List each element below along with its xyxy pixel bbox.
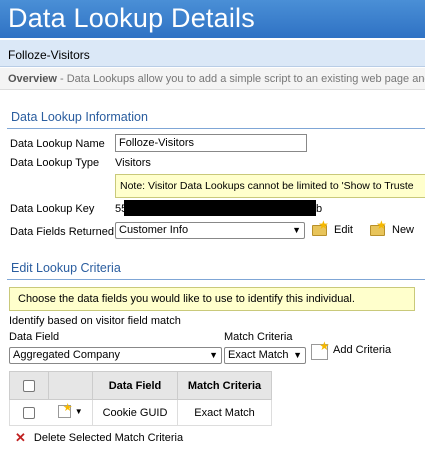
section-heading-criteria: Edit Lookup Criteria	[7, 258, 425, 280]
add-criteria-icon[interactable]: ★	[311, 339, 330, 360]
edit-fields-label: Edit	[334, 223, 353, 236]
lookup-type-value: Visitors	[115, 157, 151, 169]
data-fields-select[interactable]: Customer Info ▼	[115, 222, 305, 239]
section-heading-info: Data Lookup Information	[7, 107, 425, 129]
chevron-down-icon: ▼	[292, 225, 301, 235]
record-name-bar: Folloze-Visitors	[0, 40, 425, 67]
lookup-key-redaction	[124, 200, 316, 216]
select-all-cell	[9, 371, 49, 400]
data-fields-label: Data Fields Returned	[10, 226, 114, 238]
lookup-name-label: Data Lookup Name	[10, 138, 105, 150]
match-criteria-select[interactable]: Exact Match ▼	[224, 347, 306, 364]
delete-x-icon: ✕	[15, 430, 26, 445]
match-criteria-header: Match Criteria	[177, 371, 272, 400]
identify-label: Identify based on visitor field match	[9, 315, 181, 327]
section-heading-criteria-label: Edit Lookup Criteria	[11, 261, 121, 275]
row-checkbox[interactable]	[23, 406, 36, 419]
row-data-field: Cookie GUID	[92, 399, 178, 426]
criteria-table: Data Field Match Criteria ★ ▼ Cookie GUI…	[9, 371, 272, 426]
data-field-select[interactable]: Aggregated Company ▼	[9, 347, 222, 364]
lookup-name-input[interactable]: Folloze-Visitors	[115, 134, 307, 152]
blank-header	[48, 371, 93, 400]
match-criteria-selected: Exact Match	[228, 349, 289, 361]
folder-new-icon: ★	[370, 218, 387, 237]
edit-fields-button[interactable]: ★ Edit	[312, 218, 353, 237]
lookup-type-label: Data Lookup Type	[10, 157, 100, 169]
new-fields-label: New	[392, 223, 415, 236]
row-match-criteria: Exact Match	[177, 399, 272, 426]
folder-edit-icon: ★	[312, 218, 329, 237]
data-field-header: Data Field	[92, 371, 178, 400]
data-field-label: Data Field	[9, 331, 60, 343]
chevron-down-icon: ▼	[74, 406, 83, 416]
lookup-key-suffix: b	[316, 203, 323, 215]
delete-criteria-button[interactable]: ✕ Delete Selected Match Criteria	[15, 430, 183, 446]
data-fields-selected: Customer Info	[119, 224, 189, 236]
row-select-cell	[9, 399, 49, 426]
overview-bar: Overview - Data Lookups allow you to add…	[0, 68, 425, 90]
table-header-row: Data Field Match Criteria	[9, 371, 272, 400]
chevron-down-icon: ▼	[293, 350, 302, 360]
section-heading-info-label: Data Lookup Information	[11, 110, 148, 124]
criteria-hint: Choose the data fields you would like to…	[9, 287, 415, 311]
data-field-selected: Aggregated Company	[13, 349, 121, 361]
record-name: Folloze-Visitors	[8, 48, 90, 62]
new-fields-button[interactable]: ★ New	[370, 218, 415, 237]
overview-label: Overview	[8, 73, 57, 85]
overview-text: - Data Lookups allow you to add a simple…	[60, 73, 425, 85]
add-criteria-button[interactable]: Add Criteria	[333, 344, 391, 356]
table-row: ★ ▼ Cookie GUID Exact Match	[9, 399, 272, 426]
row-edit-icon: ★	[57, 402, 73, 418]
select-all-checkbox[interactable]	[23, 379, 35, 392]
page-header: Data Lookup Details	[0, 0, 425, 38]
match-criteria-label: Match Criteria	[224, 331, 293, 343]
chevron-down-icon: ▼	[209, 350, 218, 360]
page-title: Data Lookup Details	[8, 3, 255, 33]
delete-criteria-label: Delete Selected Match Criteria	[33, 432, 184, 444]
row-actions-cell: ★ ▼	[48, 399, 93, 426]
visitor-note: Note: Visitor Data Lookups cannot be lim…	[115, 174, 425, 198]
lookup-key-label: Data Lookup Key	[10, 203, 95, 215]
row-actions-menu[interactable]: ★ ▼	[57, 402, 83, 418]
